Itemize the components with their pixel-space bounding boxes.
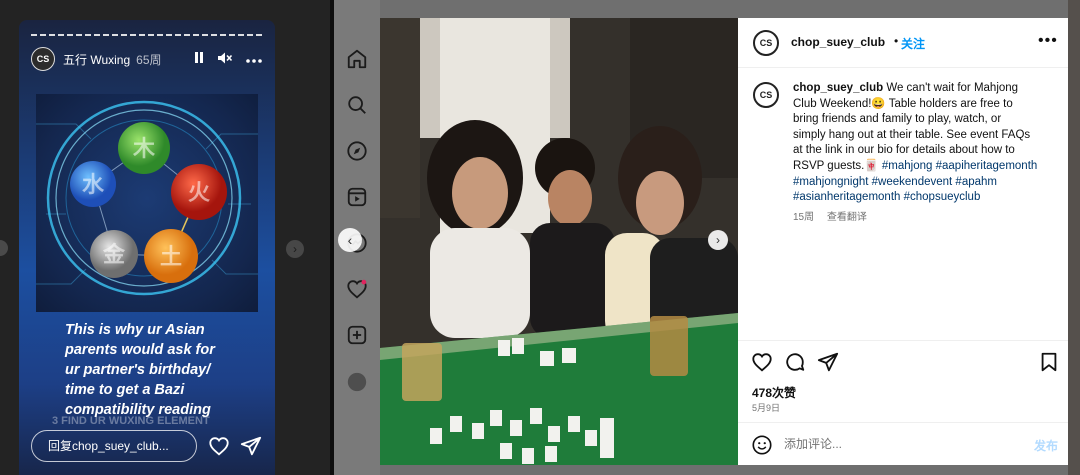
- avatar[interactable]: CS: [31, 47, 55, 71]
- story-more-icon[interactable]: [245, 52, 263, 67]
- next-image-button[interactable]: ›: [708, 230, 728, 250]
- notifications-icon[interactable]: [346, 278, 368, 300]
- bookmark-icon[interactable]: [1038, 351, 1060, 373]
- follow-button[interactable]: 关注: [901, 35, 925, 52]
- separator-dot: •: [894, 34, 899, 48]
- story-share-icon[interactable]: [240, 435, 262, 457]
- actions-divider: [738, 340, 1068, 341]
- caption-line: chop_suey_club We can't wait for Mahjong: [793, 81, 1058, 97]
- element-glyph: 火: [188, 181, 210, 206]
- caption-meta: 15周 查看翻译: [793, 208, 867, 223]
- story-card[interactable]: CS 五行 Wuxing 65周 木 火 土 金 水 This is why u…: [19, 20, 275, 475]
- post-photo[interactable]: [380, 18, 738, 465]
- background-strip: [1068, 0, 1080, 475]
- comment-bar: 发布: [738, 422, 1068, 465]
- story-header: CS 五行 Wuxing 65周: [31, 47, 263, 71]
- story-next-button[interactable]: ›: [286, 240, 304, 258]
- hashtag-link[interactable]: #mahjong: [882, 160, 933, 172]
- translate-link[interactable]: 查看翻译: [827, 212, 867, 223]
- post-detail-panel: CS chop_suey_club • 关注 ••• CS chop_suey_…: [738, 18, 1068, 465]
- emoji-icon[interactable]: [751, 434, 773, 456]
- story-text-line: This is why ur Asian: [65, 322, 205, 338]
- post-caption: chop_suey_club We can't wait for Mahjong…: [793, 81, 1058, 206]
- caption-line: Club Weekend!😀 Table holders are free to: [793, 97, 1058, 113]
- caption-line: RSVP guests.🀄 #mahjong #aapiheritagemont…: [793, 159, 1058, 175]
- caption-avatar[interactable]: CS: [753, 82, 779, 108]
- profile-icon[interactable]: [346, 371, 368, 393]
- caption-text: bring friends and family to play, watch,…: [793, 113, 1002, 126]
- story-timestamp: 65周: [136, 52, 162, 67]
- like-count[interactable]: 478次赞: [752, 384, 796, 401]
- caption-text: simply hang out at their table. See even…: [793, 128, 1031, 141]
- hashtag-link[interactable]: #aapiheritagemonth: [936, 160, 1038, 172]
- caption-line: at the link in our bio for details about…: [793, 143, 1058, 159]
- hashtag-link[interactable]: #chopsueyclub: [904, 191, 981, 203]
- post-username[interactable]: chop_suey_club: [791, 35, 885, 49]
- element-glyph: 金: [102, 242, 126, 268]
- search-icon[interactable]: [346, 94, 368, 116]
- caption-text: Club Weekend!😀 Table holders are free to: [793, 97, 1013, 110]
- reels-icon[interactable]: [346, 186, 368, 208]
- post-date: 5月9日: [752, 403, 781, 413]
- home-icon[interactable]: [346, 48, 368, 70]
- caption-line: bring friends and family to play, watch,…: [793, 112, 1058, 128]
- share-icon[interactable]: [817, 351, 839, 373]
- caption-username[interactable]: chop_suey_club: [793, 82, 883, 94]
- create-icon[interactable]: [346, 324, 368, 346]
- caption-age: 15周: [793, 212, 815, 223]
- element-glyph: 水: [82, 173, 105, 198]
- caption-line: simply hang out at their table. See even…: [793, 128, 1058, 144]
- more-options-icon[interactable]: •••: [1038, 32, 1058, 50]
- story-progress-bar: [31, 34, 263, 36]
- element-glyph: 木: [132, 137, 156, 162]
- explore-icon[interactable]: [346, 140, 368, 162]
- story-text-line: parents would ask for: [65, 342, 215, 358]
- hashtag-link[interactable]: #asianheritagemonth: [793, 191, 900, 203]
- story-like-icon[interactable]: [208, 435, 230, 457]
- story-reply-input[interactable]: 回复chop_suey_club...: [31, 430, 197, 462]
- comment-input[interactable]: [784, 437, 1014, 451]
- avatar[interactable]: CS: [753, 30, 779, 56]
- like-icon[interactable]: [751, 351, 773, 373]
- caption-text: RSVP guests.🀄: [793, 159, 882, 172]
- previous-post-button[interactable]: ‹: [338, 228, 362, 252]
- caption-text: at the link in our bio for details about…: [793, 144, 1015, 157]
- caption-text: We can't wait for Mahjong: [883, 82, 1019, 94]
- story-text-line: ur partner's birthday/: [65, 362, 211, 378]
- story-caption-text: This is why ur Asian parents would ask f…: [65, 320, 265, 420]
- hashtag-link[interactable]: #apahm: [955, 176, 997, 188]
- caption-line: #asianheritagemonth #chopsueyclub: [793, 190, 1058, 206]
- hashtag-link[interactable]: #weekendevent: [872, 176, 953, 188]
- story-username[interactable]: 五行 Wuxing: [63, 51, 130, 68]
- comment-icon[interactable]: [784, 351, 806, 373]
- mute-icon[interactable]: [217, 51, 233, 68]
- hashtag-link[interactable]: #mahjongnight: [793, 176, 868, 188]
- wuxing-element-artwork: 木火土 金 水: [36, 94, 258, 312]
- caption-line: #mahjongnight #weekendevent #apahm: [793, 175, 1058, 191]
- post-header: CS chop_suey_club • 关注 •••: [738, 18, 1068, 68]
- story-faint-text: 3 FIND UR WUXING ELEMENT: [52, 415, 210, 427]
- element-glyph: 土: [160, 245, 182, 270]
- pause-icon[interactable]: [193, 51, 205, 67]
- post-comment-button[interactable]: 发布: [1034, 437, 1058, 454]
- story-text-line: time to get a Bazi: [65, 382, 185, 398]
